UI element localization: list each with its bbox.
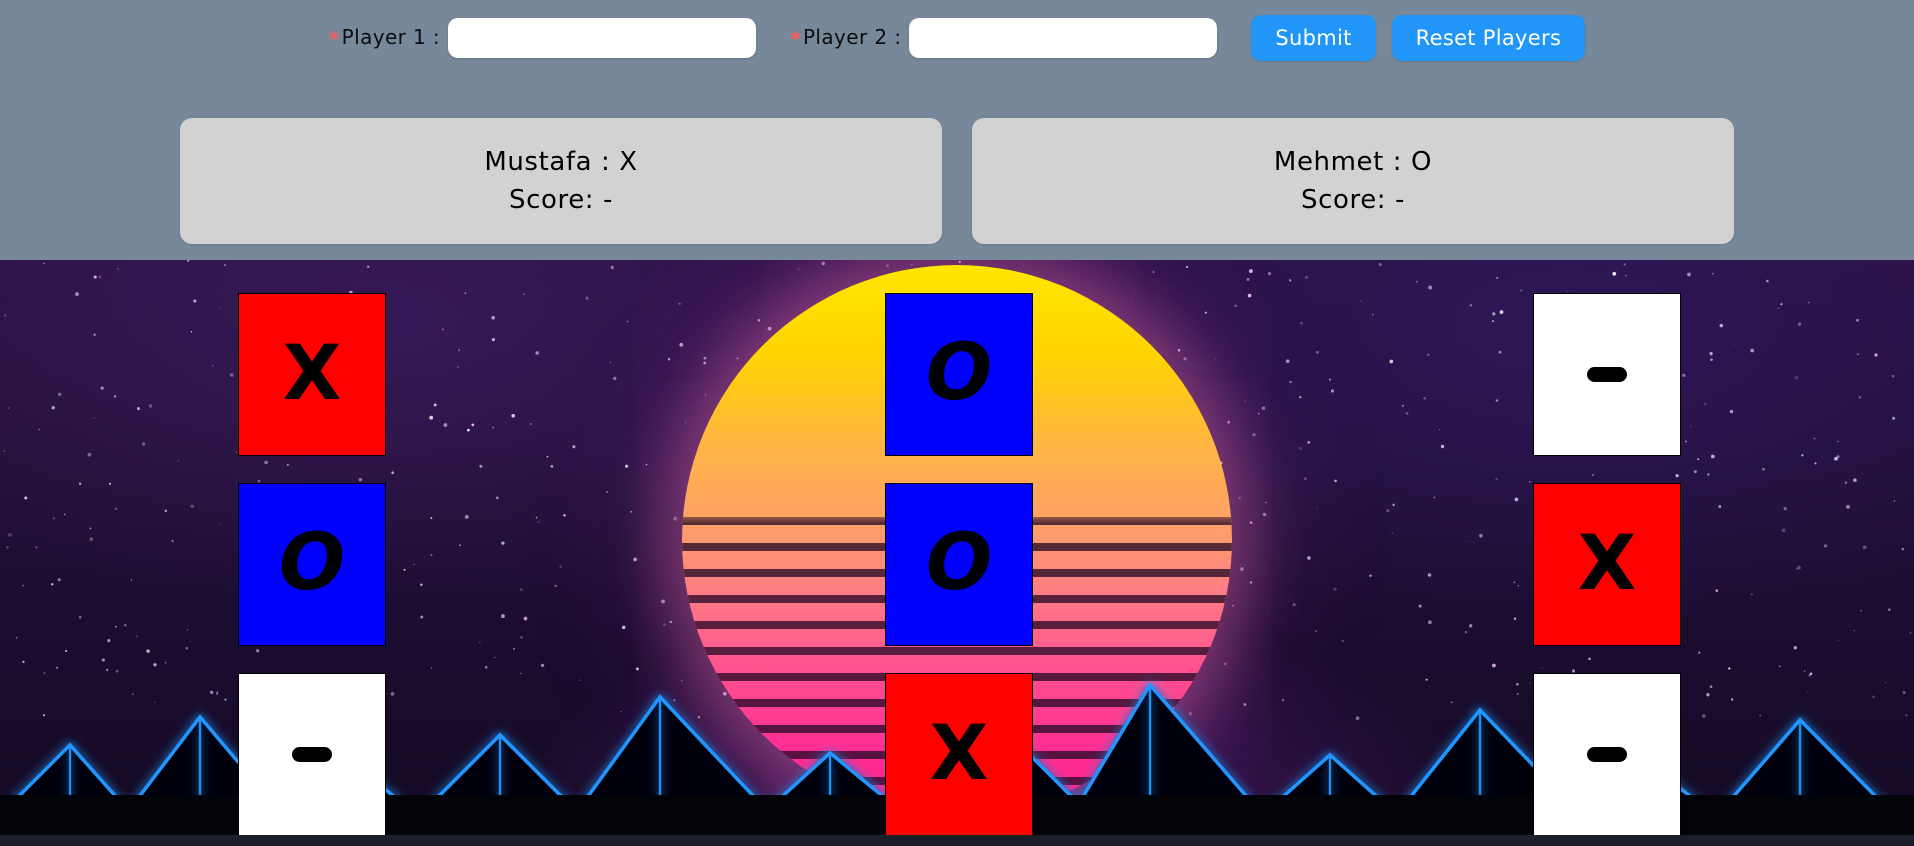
board-cell-1-0[interactable]: O <box>238 483 386 646</box>
player-1-label-text: Player 1 : <box>341 25 441 49</box>
player-two-score-line: Score: - <box>1300 185 1406 215</box>
player-2-label: * Player 2 : <box>790 25 909 51</box>
player-two-name-line: Mehmet : O <box>1273 147 1433 177</box>
player-1-input[interactable] <box>448 18 757 58</box>
cell-mark: O <box>925 327 993 418</box>
game-board-area: X O - O O X - X - <box>0 260 1914 835</box>
cell-mark: X <box>282 327 342 417</box>
cell-mark: X <box>929 707 989 797</box>
player-two-score-panel: Mehmet : O Score: - <box>972 118 1734 244</box>
player-2-field-group: * Player 2 : <box>790 18 1218 58</box>
scoreboard: Mustafa : X Score: - Mehmet : O Score: - <box>0 118 1914 244</box>
player-2-label-text: Player 2 : <box>802 25 902 49</box>
player-1-label: * Player 1 : <box>329 25 448 51</box>
cell-mark: O <box>925 517 993 608</box>
tic-tac-toe-grid: X O - O O X - X - <box>0 260 1914 835</box>
cell-mark: X <box>1577 517 1637 607</box>
board-cell-0-2[interactable]: - <box>1533 293 1681 456</box>
board-cell-2-0[interactable]: - <box>238 673 386 835</box>
player-one-score-line: Score: - <box>508 185 614 215</box>
board-cell-0-0[interactable]: X <box>238 293 386 456</box>
required-asterisk-icon: * <box>328 27 340 51</box>
board-cell-1-2[interactable]: X <box>1533 483 1681 646</box>
board-cell-1-1[interactable]: O <box>885 483 1033 646</box>
cell-mark: - <box>1587 747 1627 762</box>
board-cell-2-1[interactable]: X <box>885 673 1033 835</box>
player-one-score-panel: Mustafa : X Score: - <box>180 118 942 244</box>
cell-mark: - <box>292 747 332 762</box>
player-2-input[interactable] <box>909 18 1218 58</box>
player-one-name-line: Mustafa : X <box>484 147 638 177</box>
submit-button[interactable]: Submit <box>1251 15 1376 61</box>
cell-mark: O <box>278 517 346 608</box>
cell-mark: - <box>1587 367 1627 382</box>
required-asterisk-icon-2: * <box>790 27 801 51</box>
header-bar: * Player 1 : * Player 2 : Submit Reset Pla… <box>0 0 1914 260</box>
player-1-field-group: * Player 1 : <box>329 18 757 58</box>
board-cell-2-2[interactable]: - <box>1533 673 1681 835</box>
board-cell-0-1[interactable]: O <box>885 293 1033 456</box>
reset-players-button[interactable]: Reset Players <box>1391 15 1586 61</box>
player-entry-form: * Player 1 : * Player 2 : Submit Reset Pla… <box>0 0 1914 76</box>
